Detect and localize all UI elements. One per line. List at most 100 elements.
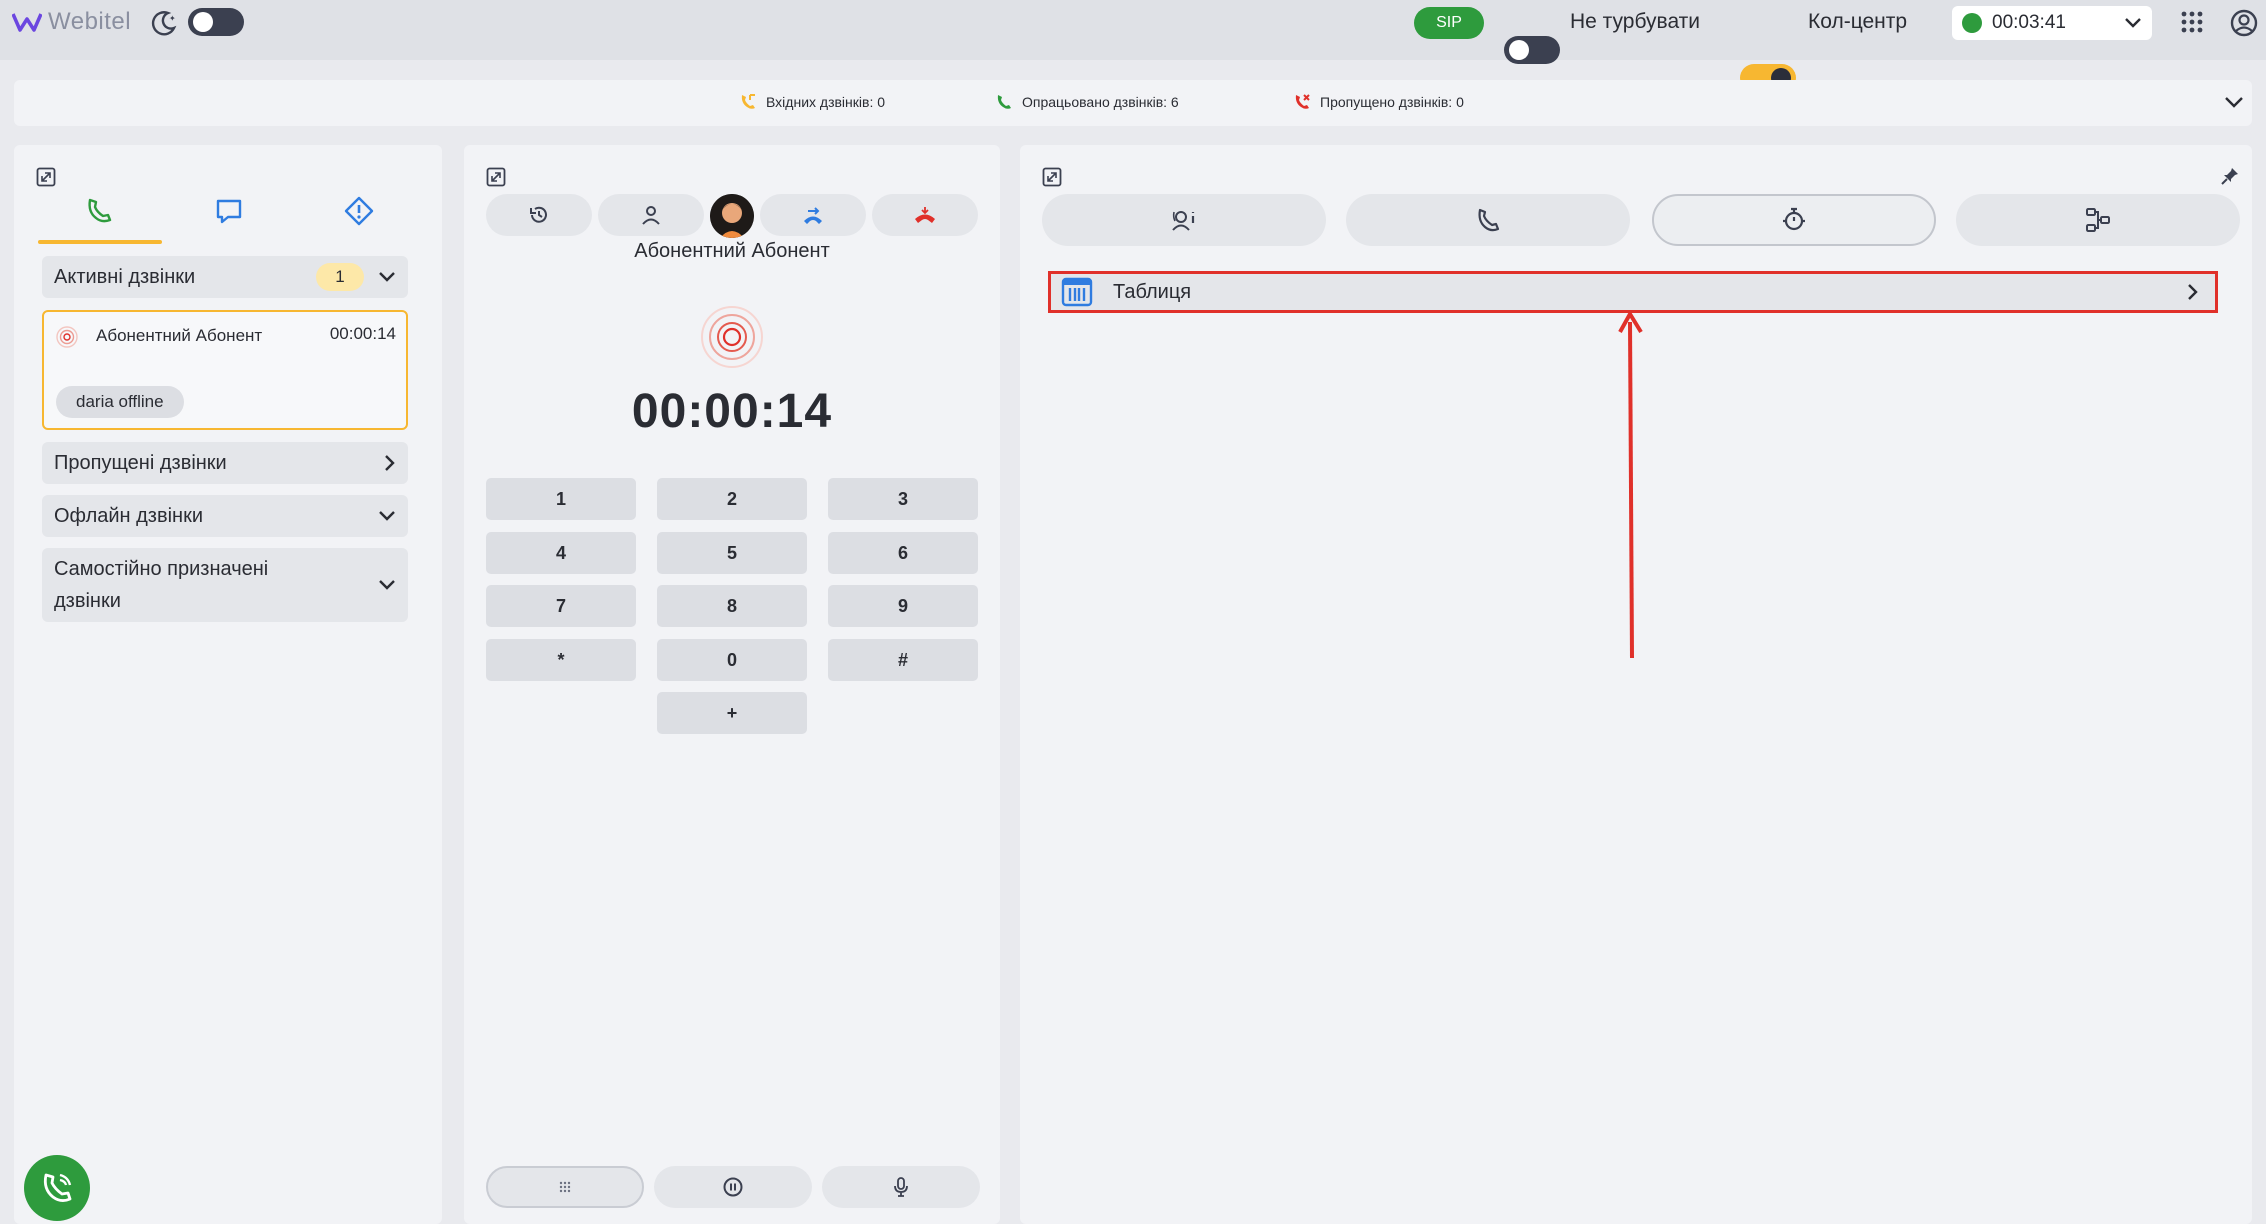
dialpad-key-8[interactable]: 8	[657, 585, 807, 627]
dialpad-key-3[interactable]: 3	[828, 478, 978, 520]
dnd-toggle[interactable]	[1504, 36, 1560, 64]
stopwatch-icon	[1783, 207, 1805, 231]
self-assigned-calls-label: Самостійно призначені дзвінки	[54, 553, 378, 617]
active-call-name: Абонентний Абонент	[96, 326, 263, 345]
chevron-right-icon	[2188, 284, 2198, 300]
active-call-time: 00:00:14	[329, 324, 396, 343]
agent-chip: daria offline	[56, 386, 184, 418]
diamond-alert-icon	[344, 196, 374, 226]
dialpad-key-0[interactable]: 0	[657, 639, 807, 681]
chevron-down-icon	[379, 272, 395, 282]
self-assigned-calls-section[interactable]: Самостійно призначені дзвінки	[42, 548, 408, 622]
chevron-down-icon	[379, 511, 395, 521]
webitel-logo-icon	[12, 13, 42, 32]
ringing-icon	[56, 326, 78, 348]
dialpad-key-2[interactable]: 2	[657, 478, 807, 520]
tab-call-info[interactable]	[1346, 194, 1630, 246]
transfer-button[interactable]	[760, 194, 866, 236]
tab-processing[interactable]	[1652, 194, 1936, 246]
stats-expand-chevron-icon[interactable]	[2224, 95, 2244, 109]
self-assigned-label-line1: Самостійно призначені	[54, 558, 269, 580]
expand-icon[interactable]	[36, 167, 56, 187]
call-history-button[interactable]	[486, 194, 592, 236]
phone-icon	[88, 198, 112, 223]
flow-diagram-icon	[2086, 208, 2110, 232]
apps-grid-icon[interactable]	[2180, 10, 2204, 34]
chevron-down-icon	[379, 580, 395, 590]
chevron-right-icon	[385, 455, 395, 471]
dnd-label: Не турбувати	[1570, 10, 1701, 33]
dialpad-key-plus[interactable]: +	[657, 692, 807, 734]
table-widget-row[interactable]: Таблиця	[1048, 271, 2218, 313]
person-icon	[642, 206, 660, 225]
annotation-arrow-icon	[1618, 312, 1643, 659]
dialpad-key-9[interactable]: 9	[828, 585, 978, 627]
missed-calls-label: Пропущені дзвінки	[54, 451, 227, 474]
incoming-call-icon	[741, 94, 755, 109]
self-assigned-label-line2: дзвінки	[54, 590, 121, 612]
tab-calls[interactable]	[84, 196, 114, 226]
svg-text:✦: ✦	[169, 14, 176, 23]
tab-chats[interactable]	[214, 196, 244, 226]
callcenter-label: Кол-центр	[1808, 10, 1908, 33]
missed-calls-section[interactable]: Пропущені дзвінки	[42, 442, 408, 484]
missed-calls-stat: Пропущено дзвінків: 0	[1292, 92, 1464, 112]
call-transfer-icon	[804, 207, 822, 224]
dialpad-toggle-button[interactable]	[486, 1166, 644, 1208]
caller-name: Абонентний Абонент	[634, 240, 830, 262]
missed-call-icon	[1295, 94, 1310, 109]
user-profile-icon[interactable]	[2230, 9, 2258, 37]
dialpad-key-1[interactable]: 1	[486, 478, 636, 520]
status-dot	[1962, 13, 1982, 33]
hold-button[interactable]	[654, 1166, 812, 1208]
active-calls-label: Активні дзвінки	[54, 265, 196, 288]
hangup-button[interactable]	[872, 194, 978, 236]
processed-calls-text: Опрацьовано дзвінків: 6	[1022, 94, 1179, 110]
top-bar	[0, 0, 2266, 60]
agent-status-select[interactable]: 00:03:41	[1952, 6, 2152, 40]
hangup-icon	[915, 207, 935, 223]
microphone-icon	[894, 1177, 908, 1197]
active-call-card[interactable]: Абонентний Абонент 00:00:14 daria offlin…	[42, 310, 408, 430]
tab-tasks[interactable]	[344, 196, 374, 226]
call-list-panel	[14, 145, 442, 1224]
expand-icon[interactable]	[486, 167, 506, 187]
theme-toggle[interactable]	[188, 8, 244, 36]
processed-calls-stat: Опрацьовано дзвінків: 6	[994, 92, 1179, 112]
tab-client-info[interactable]	[1042, 194, 1326, 246]
incoming-calls-text: Вхідних дзвінків: 0	[766, 94, 886, 110]
table-widget-label: Таблиця	[1113, 280, 1192, 303]
dialpad-key-star[interactable]: *	[486, 639, 636, 681]
caller-avatar	[710, 194, 754, 238]
active-tab-indicator	[38, 240, 162, 244]
pause-icon	[723, 1177, 743, 1197]
theme-moon-icon[interactable]: ✦	[150, 9, 178, 37]
call-timer: 00:00:14	[631, 385, 833, 438]
contact-button[interactable]	[598, 194, 704, 236]
offline-calls-section[interactable]: Офлайн дзвінки	[42, 495, 408, 537]
client-info-icon	[1172, 211, 1195, 231]
active-calls-section[interactable]: Активні дзвінки 1	[42, 256, 408, 298]
pin-icon[interactable]	[2220, 166, 2240, 186]
offline-calls-label: Офлайн дзвінки	[54, 504, 204, 527]
processed-call-icon	[997, 95, 1011, 109]
new-call-button[interactable]	[24, 1155, 90, 1221]
active-calls-count-badge: 1	[316, 263, 364, 291]
dialpad-key-6[interactable]: 6	[828, 532, 978, 574]
history-icon	[530, 206, 547, 223]
mute-button[interactable]	[822, 1166, 980, 1208]
status-timer: 00:03:41	[1992, 12, 2066, 33]
expand-icon[interactable]	[1042, 167, 1062, 187]
phone-ringing-icon	[43, 1173, 72, 1202]
dialpad-icon	[559, 1181, 571, 1193]
dialpad-key-5[interactable]: 5	[657, 532, 807, 574]
dialpad-key-hash[interactable]: #	[828, 639, 978, 681]
chevron-down-icon	[2125, 18, 2141, 28]
sip-status-badge: SIP	[1414, 7, 1484, 39]
dialpad-key-7[interactable]: 7	[486, 585, 636, 627]
tab-flow[interactable]	[1956, 194, 2240, 246]
chat-icon	[216, 199, 242, 224]
dialpad-key-4[interactable]: 4	[486, 532, 636, 574]
phone-icon	[1478, 208, 1500, 232]
ringing-indicator-icon	[700, 305, 764, 369]
